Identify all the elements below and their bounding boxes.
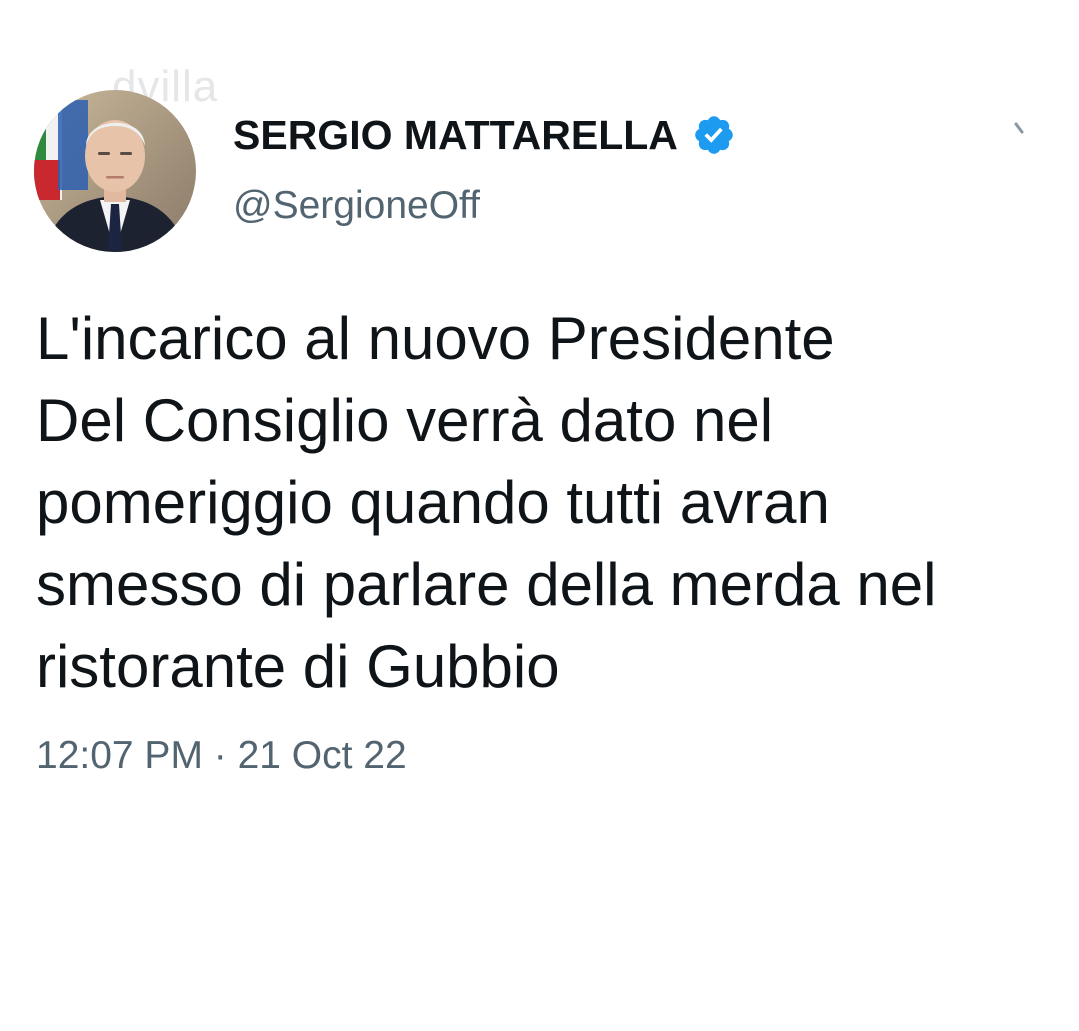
author-handle[interactable]: @SergioneOff [233,184,480,228]
tweet-text-line: smesso di parlare della merda nel [36,551,937,618]
avatar[interactable] [34,90,196,252]
author-display-name[interactable]: SERGIO MATTARELLA [233,112,678,159]
tweet-text-line: ristorante di Gubbio [36,633,560,700]
tweet-text: L'incarico al nuovo Presidente Del Consi… [36,298,1046,708]
tweet-timestamp[interactable]: 12:07 PM · 21 Oct 22 [36,734,407,778]
tweet-text-line: Del Consiglio verrà dato nel [36,387,774,454]
tweet-text-line: L'incarico al nuovo Presidente [36,305,835,372]
avatar-image [34,90,196,252]
author-name-row[interactable]: SERGIO MATTARELLA [233,110,736,160]
tweet-text-line: pomeriggio quando tutti avran [36,469,830,536]
more-options-icon[interactable] [1010,118,1030,142]
verified-badge-icon [692,113,736,157]
